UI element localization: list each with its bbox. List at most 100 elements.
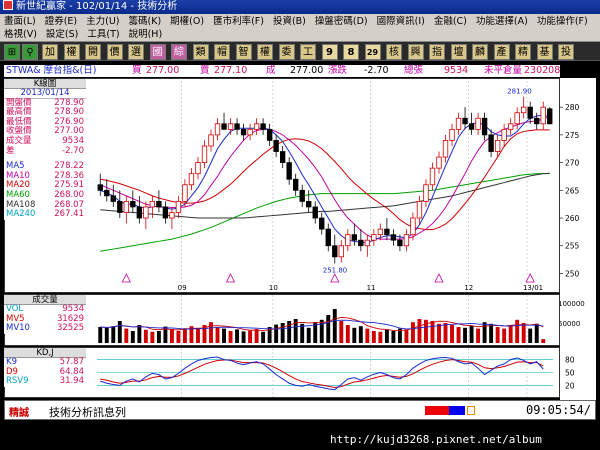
volume-bar — [378, 331, 383, 343]
price-chart[interactable]: 09 10 11 12 13/01 281.90 251.80 — [5, 79, 559, 292]
menu-item[interactable]: 金融(C) — [434, 16, 467, 27]
candle-body — [397, 239, 403, 247]
menu-item[interactable]: 說明(H) — [129, 29, 163, 40]
toolbar-button[interactable]: 智 — [235, 44, 252, 60]
toolbar-button[interactable]: 權 — [257, 44, 273, 60]
toolbar-button[interactable]: 綜 — [171, 44, 187, 60]
info-value: 31.94 — [59, 376, 84, 387]
kd-tick-label: 20 — [565, 381, 575, 390]
menu-item[interactable]: 匯市利率(F) — [213, 16, 264, 27]
volume-bar — [450, 325, 454, 343]
volume-bar — [410, 322, 415, 343]
menu-item[interactable]: 投資(B) — [273, 16, 306, 27]
volume-bar — [124, 328, 129, 343]
menu-item[interactable]: 主力(U) — [86, 16, 119, 27]
menu-item[interactable]: 工具(T) — [87, 29, 119, 40]
status-time: 09:05:54/ — [525, 403, 591, 417]
toolbar-button[interactable]: 精 — [515, 44, 531, 60]
toolbar-button[interactable]: 指 — [429, 44, 445, 60]
toolbar-button[interactable]: 工 — [300, 44, 316, 60]
volume-bar — [287, 321, 292, 343]
menu-item[interactable]: 國際資訊(I) — [377, 16, 425, 27]
candle-body — [266, 128, 273, 141]
toolbar-button[interactable]: 帽 — [214, 44, 230, 60]
volume-bar — [254, 329, 259, 343]
candle-body — [214, 123, 221, 136]
menu-item[interactable]: 籌碼(K) — [129, 16, 162, 27]
menu-item[interactable]: 設定(S) — [46, 29, 78, 40]
kd-chart[interactable] — [5, 348, 559, 397]
candle-body — [527, 106, 533, 119]
status-indicator — [467, 406, 475, 415]
kd-panel[interactable] — [4, 347, 560, 398]
volume-bar — [430, 321, 435, 343]
candle-body — [182, 184, 188, 202]
d9-line — [100, 359, 544, 389]
toolbar-button[interactable]: 基 — [536, 44, 553, 60]
price-tick-label: 280 — [565, 103, 580, 112]
toolbar-button[interactable]: 委 — [278, 44, 295, 60]
volume-bar — [176, 331, 181, 343]
menu-item[interactable]: 畫面(L) — [4, 16, 36, 27]
status-brand: 精誠 — [9, 408, 29, 419]
candle-body — [481, 117, 488, 136]
volume-bar — [326, 315, 331, 343]
info-value: 267.41 — [54, 209, 84, 220]
toolbar-button[interactable]: 開 — [85, 44, 101, 60]
candle-body — [410, 217, 416, 236]
candle-body — [514, 112, 520, 125]
toolbar-button[interactable]: 選 — [128, 44, 144, 60]
volume-panel[interactable] — [4, 294, 560, 346]
volume-bar — [261, 331, 266, 343]
search-icon[interactable]: ⚲ — [22, 44, 38, 60]
toolbar-button[interactable]: 產 — [493, 44, 510, 60]
candle-body — [299, 189, 305, 202]
grid-icon[interactable]: ⊞ — [4, 44, 20, 60]
toolbar-button[interactable]: 核 — [386, 44, 402, 60]
menu-item[interactable]: 功能選擇(A) — [476, 16, 528, 27]
toolbar-button[interactable]: 價 — [106, 44, 123, 60]
toolbar-button[interactable]: 8 — [343, 44, 359, 60]
price-tick-label: 275 — [565, 131, 580, 140]
volume-bar — [358, 326, 363, 343]
toolbar-button[interactable]: 投 — [558, 44, 574, 60]
kd-tick-label: 80 — [565, 356, 575, 365]
volume-bar — [228, 331, 233, 343]
info-value: 32525 — [56, 323, 84, 334]
menu-item[interactable]: 格視(V) — [4, 29, 37, 40]
toolbar-button[interactable]: 國 — [149, 44, 166, 60]
volume-bar — [456, 327, 461, 343]
window-title: 新世紀贏家 - 102/01/14 - 技術分析 — [16, 1, 178, 12]
volume-chart[interactable] — [5, 295, 559, 345]
volume-bar — [384, 329, 389, 343]
toolbar-button[interactable]: 麟 — [472, 44, 488, 60]
quote-bar: STWA& 摩台指&(日) 買 277.00 賣 277.10 成 277.00… — [4, 65, 560, 77]
candle-body — [488, 134, 494, 152]
toolbar-button[interactable]: 加 — [42, 44, 58, 60]
candle-body — [501, 128, 507, 141]
kd-tick-label: 50 — [565, 369, 575, 378]
candle-body — [423, 184, 429, 202]
menu-item[interactable]: 功能操作(F) — [537, 16, 588, 27]
toolbar-button[interactable]: 權 — [63, 44, 80, 60]
toolbar-button[interactable]: 29 — [364, 44, 381, 60]
volume-bar — [332, 309, 337, 343]
kd-info-box: KD,J K9 57.87 D9 64.84 RSV9 31.94 — [4, 348, 86, 387]
price-chart-panel[interactable]: 09 10 11 12 13/01 281.90 251.80 — [4, 78, 560, 293]
toolbar-button[interactable]: 類 — [192, 44, 209, 60]
menu-item[interactable]: 操盤密碼(D) — [315, 16, 368, 27]
toolbar-button[interactable]: 9 — [321, 44, 338, 60]
candle-body — [247, 128, 253, 136]
menu-item[interactable]: 期權(O) — [170, 16, 204, 27]
candle-body — [319, 217, 325, 230]
candle-body — [234, 123, 240, 130]
volume-bar — [111, 326, 116, 343]
candle-body — [338, 245, 344, 258]
toolbar-button[interactable]: 興 — [407, 44, 424, 60]
toolbar-button[interactable]: 壇 — [450, 44, 467, 60]
candle-body — [507, 123, 514, 130]
volume-bar — [209, 322, 213, 343]
menu-item[interactable]: 證券(E) — [45, 16, 77, 27]
signal-marker — [330, 273, 340, 283]
candle-body — [429, 167, 436, 186]
